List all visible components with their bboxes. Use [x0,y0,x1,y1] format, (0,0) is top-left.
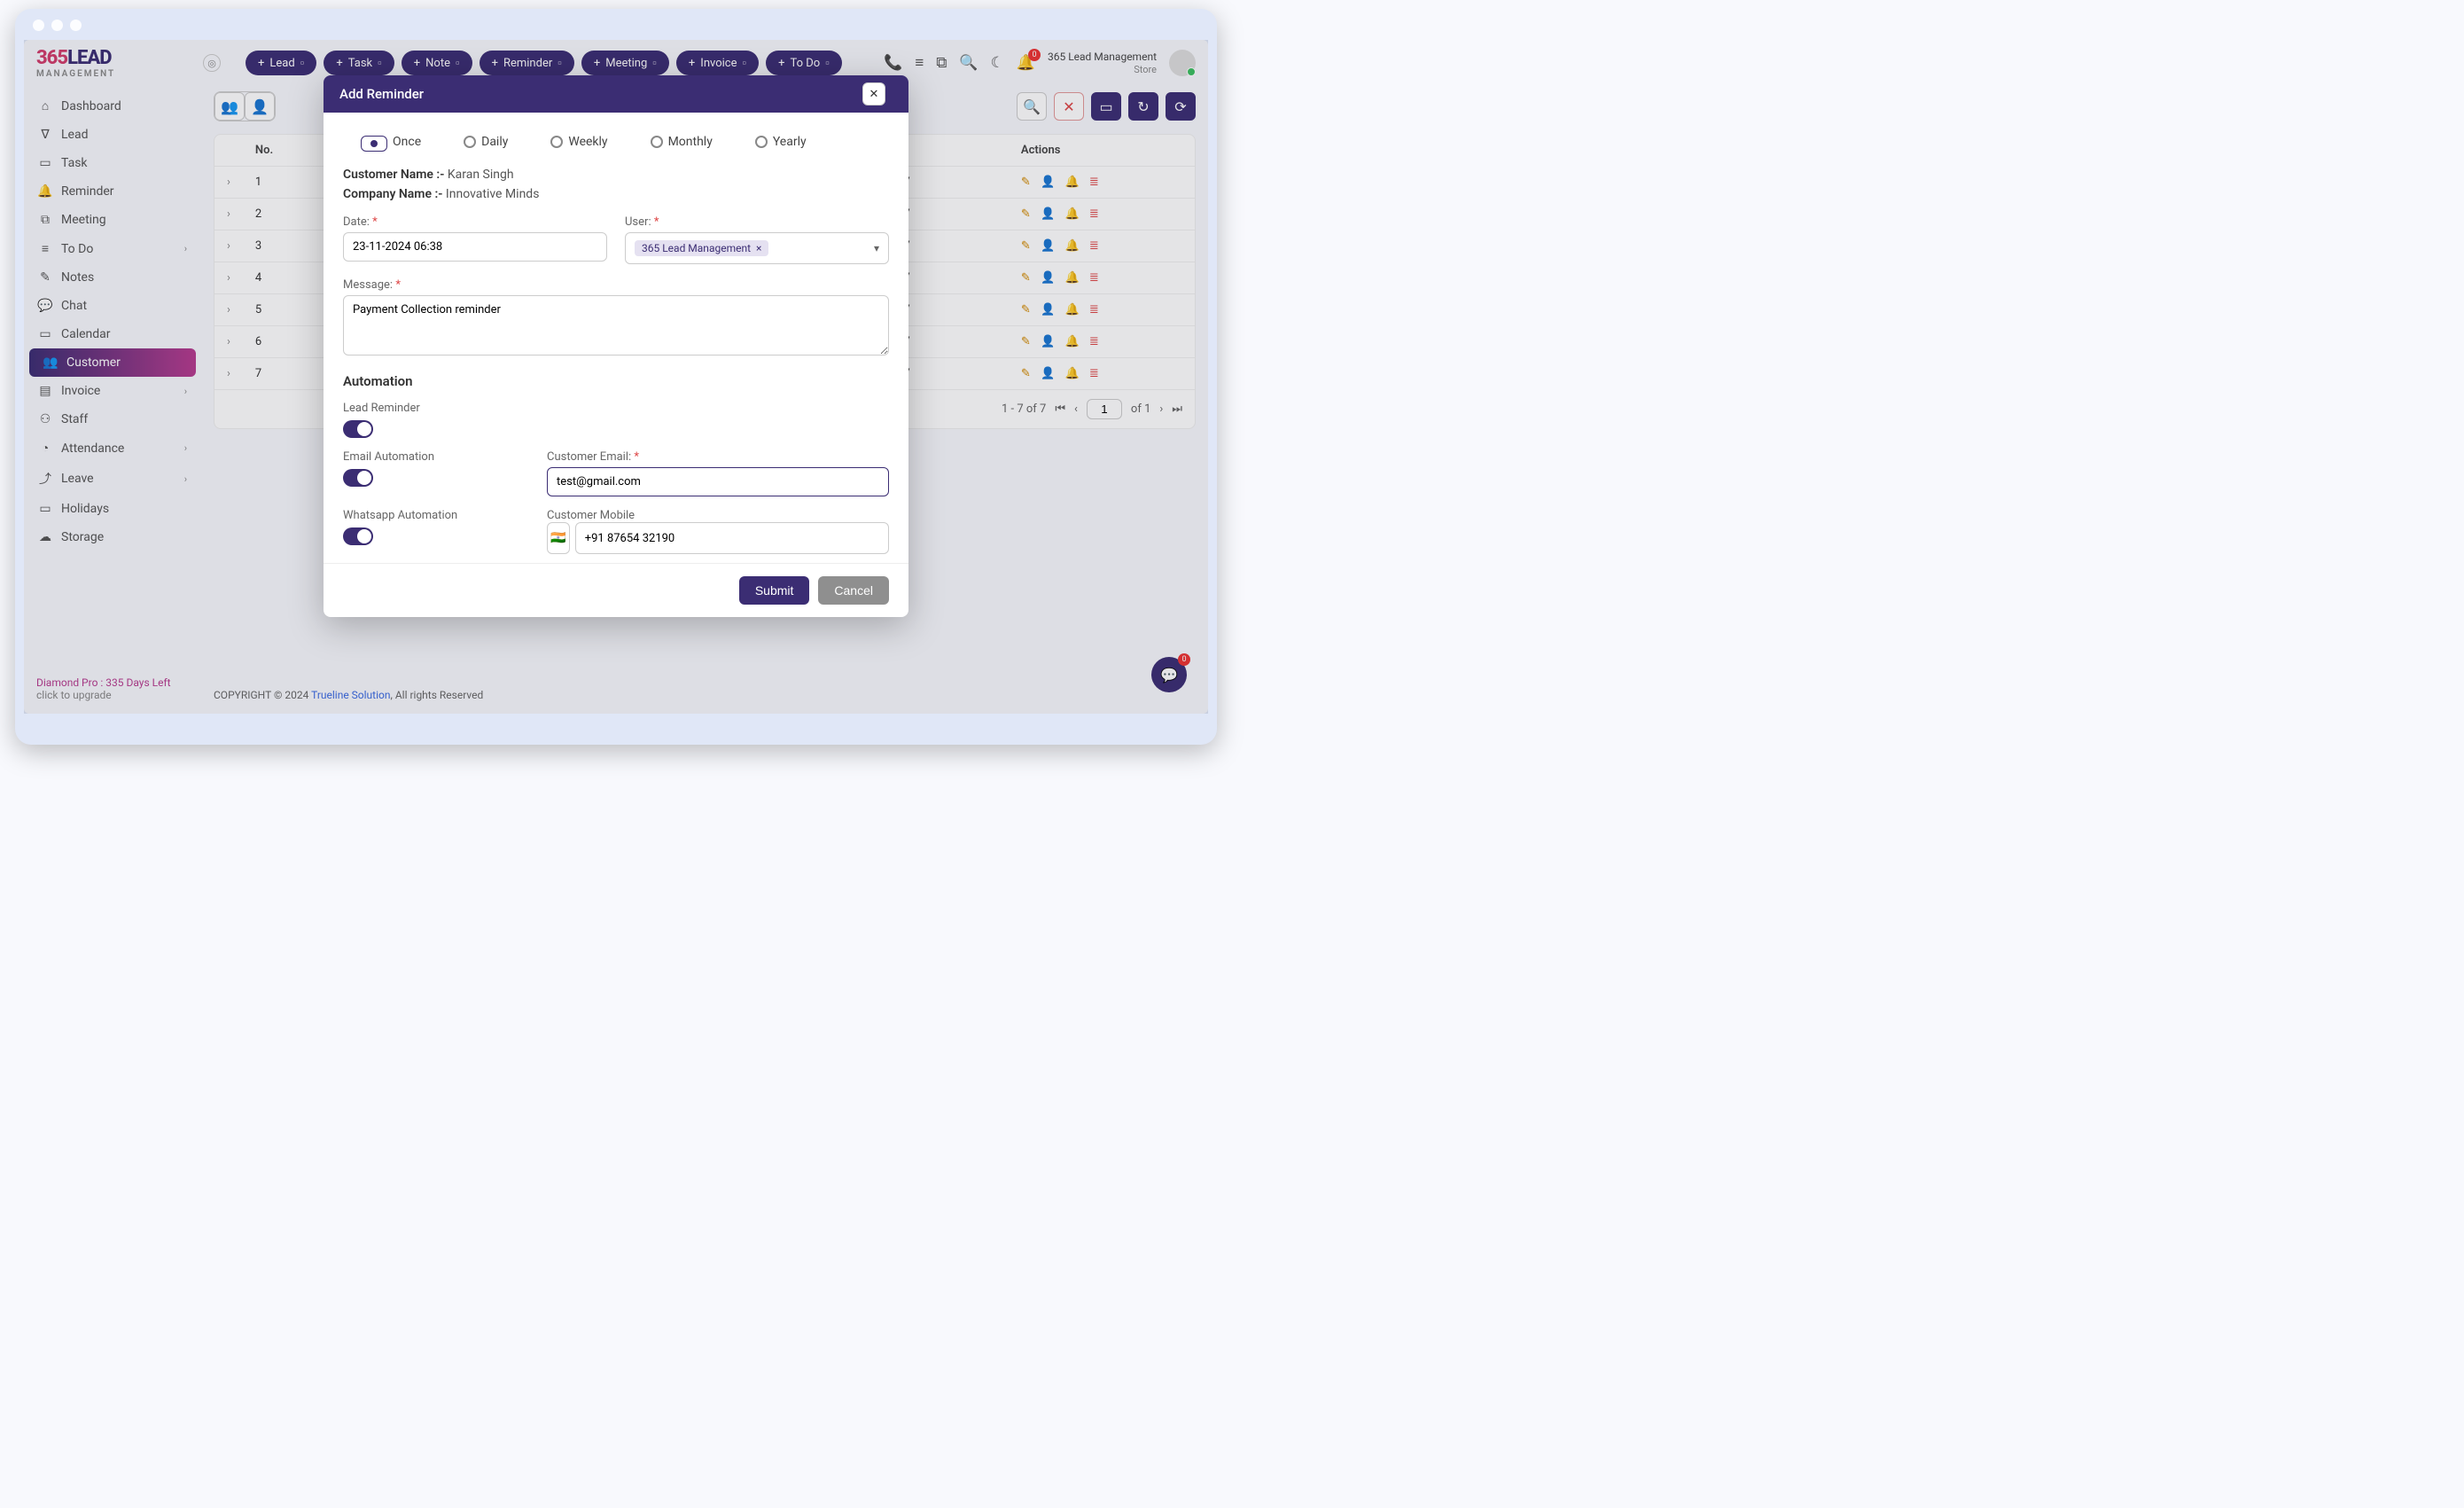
lead-reminder-label: Lead Reminder [343,402,420,415]
chip-remove-icon[interactable]: × [756,242,761,254]
radio-icon [550,136,563,148]
modal-title: Add Reminder [324,75,908,113]
radio-icon [361,136,387,152]
radio-icon [651,136,663,148]
chevron-down-icon: ▾ [874,242,879,254]
user-label: User: * [625,215,659,229]
freq-option-once[interactable]: Once [361,132,421,152]
customer-name-line: Customer Name :- Karan Singh [343,168,889,182]
freq-option-yearly[interactable]: Yearly [755,132,807,152]
whatsapp-auto-toggle[interactable] [343,527,373,545]
customer-email-input[interactable] [547,467,889,496]
country-flag-picker[interactable]: 🇮🇳 [547,522,570,554]
modal-close-button[interactable]: ✕ [862,82,885,105]
email-auto-label: Email Automation [343,450,434,464]
freq-option-daily[interactable]: Daily [464,132,508,152]
message-label: Message: * [343,278,401,292]
customer-email-label: Customer Email: * [547,450,639,464]
radio-icon [464,136,476,148]
radio-icon [755,136,768,148]
automation-heading: Automation [343,373,889,389]
date-input[interactable] [343,232,607,262]
customer-mobile-label: Customer Mobile [547,509,635,522]
lead-reminder-toggle[interactable] [343,420,373,438]
user-chip[interactable]: 365 Lead Management× [635,240,768,256]
user-select[interactable]: 365 Lead Management× ▾ [625,232,889,264]
company-name-line: Company Name :- Innovative Minds [343,187,889,201]
customer-mobile-input[interactable] [575,522,889,554]
email-auto-toggle[interactable] [343,469,373,487]
freq-option-weekly[interactable]: Weekly [550,132,607,152]
message-input[interactable]: Payment Collection reminder [343,295,889,356]
cancel-button[interactable]: Cancel [818,576,889,605]
submit-button[interactable]: Submit [739,576,810,605]
freq-option-monthly[interactable]: Monthly [651,132,713,152]
date-label: Date: * [343,215,378,229]
whatsapp-auto-label: Whatsapp Automation [343,509,457,522]
